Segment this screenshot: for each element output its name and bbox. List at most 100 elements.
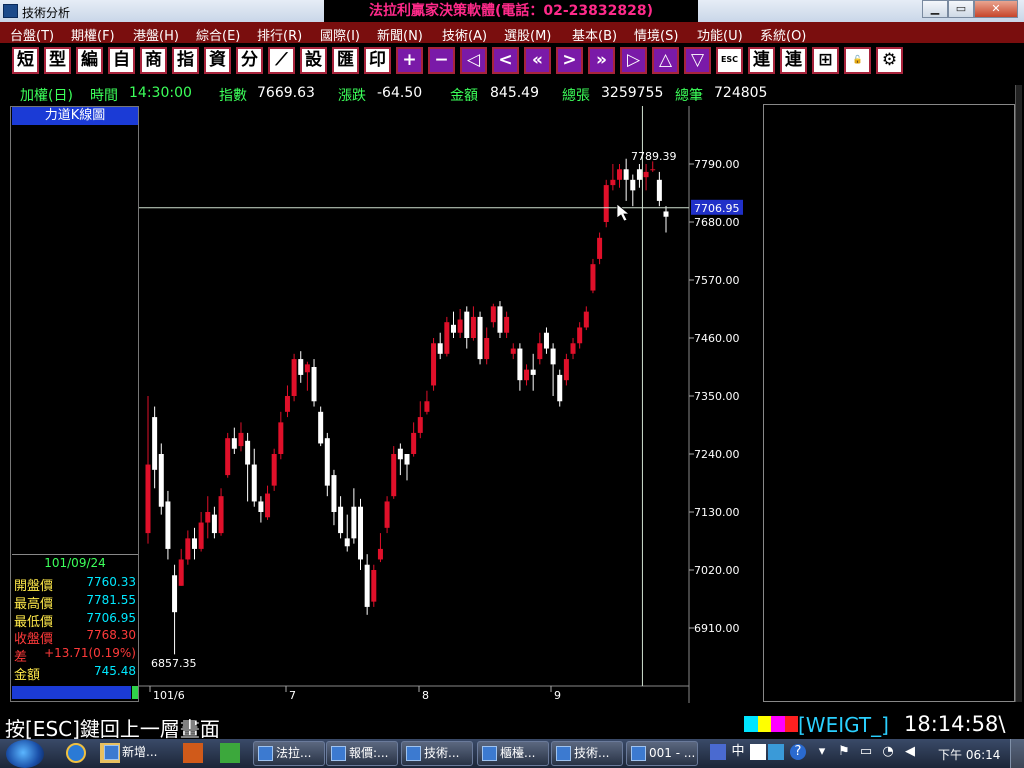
start-button[interactable] <box>6 740 44 768</box>
maximize-button[interactable]: ▭ <box>948 0 974 18</box>
toolbar-escape-button[interactable]: ESC <box>716 47 743 74</box>
toolbar-edit-button[interactable]: 編 <box>76 47 103 74</box>
candle-body <box>178 559 184 586</box>
candle-body <box>504 316 510 333</box>
image-icon[interactable] <box>220 743 240 763</box>
task-label: 技術... <box>574 746 610 760</box>
menu-item-1[interactable]: 期權(F) <box>71 25 115 44</box>
show-desktop-button[interactable] <box>1010 739 1024 768</box>
candle-body <box>225 438 231 476</box>
flag-icon[interactable]: ⚑ <box>836 744 852 760</box>
taskbar-task[interactable]: 報價:... <box>326 741 398 766</box>
candle-body <box>557 374 563 402</box>
toolbar-up-button[interactable]: △ <box>652 47 679 74</box>
toolbar-prev-button[interactable]: < <box>492 47 519 74</box>
taskbar-task[interactable]: 技術... <box>551 741 623 766</box>
menu-item-5[interactable]: 國際(I) <box>320 25 360 44</box>
connection-icon[interactable]: ◔ <box>880 744 896 760</box>
quote-label: 收盤價 <box>14 632 54 647</box>
candle-body <box>364 564 370 607</box>
help-icon[interactable]: ? <box>790 744 806 760</box>
menu-item-4[interactable]: 排行(R) <box>257 25 302 44</box>
toolbar-print-button[interactable]: 印 <box>364 47 391 74</box>
menu-item-2[interactable]: 港盤(H) <box>133 25 179 44</box>
display-icon[interactable]: ▭ <box>858 744 874 760</box>
taskbar-task[interactable]: 001 - ... <box>626 741 698 766</box>
volume-icon[interactable]: ◀ <box>902 744 918 760</box>
cursor-value-label: 7706.95 <box>694 202 740 215</box>
toolbar-export-button[interactable]: 匯 <box>332 47 359 74</box>
close-button[interactable]: ✕ <box>974 0 1018 18</box>
toolbar-tools-button[interactable]: ⚙ <box>876 47 903 74</box>
y-tick-label: 6910.00 <box>694 622 740 635</box>
menu-item-6[interactable]: 新聞(N) <box>377 25 423 44</box>
candle-body <box>245 440 251 465</box>
toolbar-first-button[interactable]: ◁ <box>460 47 487 74</box>
right-panel <box>763 104 1015 702</box>
candle-body <box>218 496 224 534</box>
menu-item-7[interactable]: 技術(A) <box>442 25 487 44</box>
menu-item-9[interactable]: 基本(B) <box>572 25 617 44</box>
candle-body <box>391 454 397 497</box>
candlestick-chart[interactable]: 6910.00 7020.00 7130.00 7240.00 7350.00 7460.… <box>139 106 763 703</box>
toolbar-data-button[interactable]: 資 <box>204 47 231 74</box>
task-app-icon <box>258 746 273 761</box>
taskbar-task[interactable]: 法拉... <box>253 741 325 766</box>
ime-icon[interactable] <box>710 744 726 760</box>
toolbar-settings-button[interactable]: 設 <box>300 47 327 74</box>
toolbar-custom-button[interactable]: 自 <box>108 47 135 74</box>
network-icon[interactable]: ▾ <box>814 744 830 760</box>
toolbar-next-button[interactable]: > <box>556 47 583 74</box>
toolbar-next-page-button[interactable]: » <box>588 47 615 74</box>
candle-body <box>550 348 556 365</box>
menu-item-10[interactable]: 情境(S) <box>634 25 678 44</box>
candle-body <box>650 169 656 171</box>
menu-item-8[interactable]: 選股(M) <box>504 25 551 44</box>
toolbar-commodity-button[interactable]: 商 <box>140 47 167 74</box>
ime-keyboard-icon[interactable] <box>768 744 784 760</box>
ie-icon[interactable] <box>66 743 86 763</box>
taskbar-task[interactable]: 櫃檯... <box>477 741 549 766</box>
toolbar-draw-button[interactable]: ⟋ <box>268 47 295 74</box>
candle-body <box>617 169 623 180</box>
menu-item-3[interactable]: 綜合(E) <box>196 25 240 44</box>
y-tick-label: 7460.00 <box>694 332 740 345</box>
tray-clock[interactable]: 下午 06:14 <box>938 746 1000 763</box>
toolbar-window-button[interactable]: ⊞ <box>812 47 839 74</box>
chart-title: 力道K線圖 <box>12 107 138 125</box>
y-tick-label: 7130.00 <box>694 506 740 519</box>
x-tick-label: 101/6 <box>153 689 185 702</box>
toolbar-lock-button[interactable]: 🔓 <box>844 47 871 74</box>
toolbar-prev-page-button[interactable]: « <box>524 47 551 74</box>
ime-fullwidth-icon[interactable] <box>750 744 766 760</box>
taskbar-task[interactable]: 新增... <box>100 741 170 766</box>
toolbar-zoom-in-button[interactable]: + <box>396 47 423 74</box>
task-label: 櫃檯... <box>500 746 536 760</box>
toolbar-indicator-button[interactable]: 指 <box>172 47 199 74</box>
taskbar-task[interactable]: 技術... <box>401 741 473 766</box>
quote-row: 最高價 7781.55 <box>14 593 136 612</box>
toolbar-split-button[interactable]: 分 <box>236 47 263 74</box>
toolbar-pattern-button[interactable]: 型 <box>44 47 71 74</box>
candle-body <box>570 343 576 354</box>
ime-chinese-label[interactable]: 中 <box>730 744 746 760</box>
menu-item-12[interactable]: 系統(O) <box>760 25 806 44</box>
candle-body <box>470 316 476 338</box>
toolbar-short-button[interactable]: 短 <box>12 47 39 74</box>
promo-banner: 法拉利贏家決策軟體(電話：02-23832828) <box>324 0 698 23</box>
toolbar-last-button[interactable]: ▷ <box>620 47 647 74</box>
candle-body <box>490 306 496 323</box>
toolbar-zoom-out-button[interactable]: − <box>428 47 455 74</box>
task-app-icon <box>406 746 421 761</box>
menu-item-11[interactable]: 功能(U) <box>697 25 743 44</box>
menu-item-0[interactable]: 台盤(T) <box>10 25 54 44</box>
vertical-scrollbar[interactable] <box>1015 85 1022 702</box>
amount-label: 金額 <box>450 88 478 104</box>
minimize-button[interactable]: ▁ <box>922 0 948 18</box>
toolbar-down-button[interactable]: ▽ <box>684 47 711 74</box>
toolbar-link-2-button[interactable]: 連 <box>780 47 807 74</box>
toolbar-link-button[interactable]: 連 <box>748 47 775 74</box>
quote-row: 差 +13.71(0.19%) <box>14 646 136 665</box>
window-titlebar: 技術分析 法拉利贏家決策軟體(電話：02-23832828) ▁ ▭ ✕ <box>0 0 1024 23</box>
media-icon[interactable] <box>183 743 203 763</box>
